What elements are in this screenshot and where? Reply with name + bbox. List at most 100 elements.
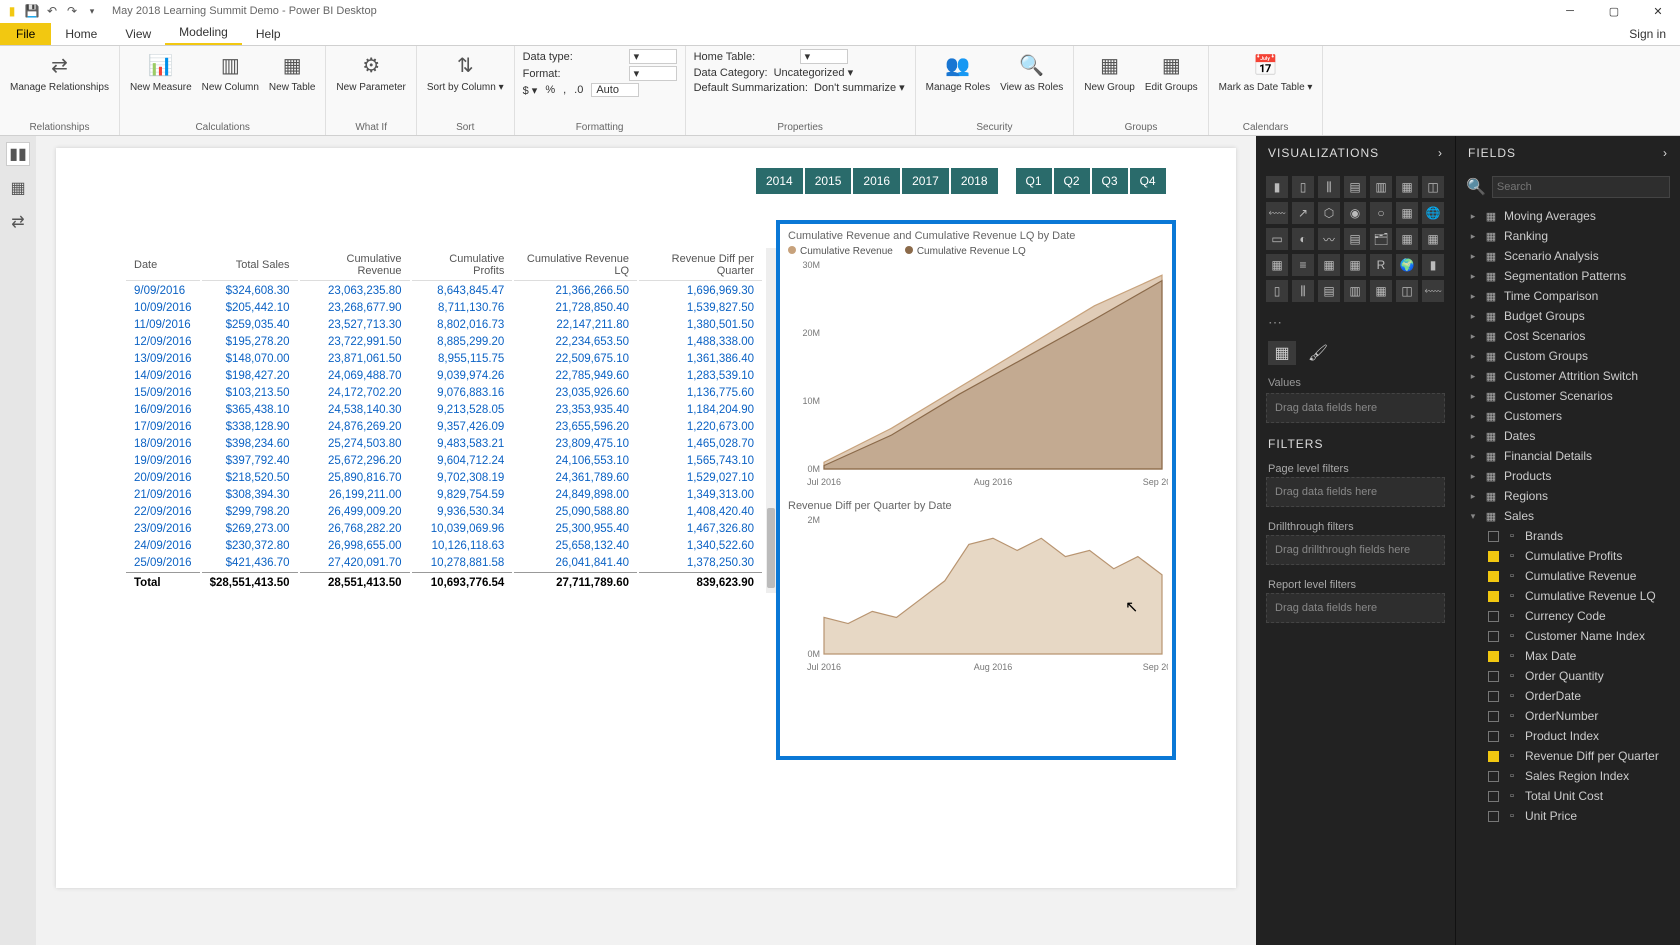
field-table[interactable]: ▸▦Custom Groups xyxy=(1460,346,1676,366)
viz-type-icon[interactable]: ↗ xyxy=(1292,202,1314,224)
table-row[interactable]: 11/09/2016$259,035.4023,527,713.308,802,… xyxy=(126,317,762,332)
collapse-icon[interactable]: › xyxy=(1438,146,1443,160)
field-table-sales[interactable]: ▾▦Sales xyxy=(1460,506,1676,526)
field-item[interactable]: ▫Cumulative Revenue LQ xyxy=(1460,586,1676,606)
table-row[interactable]: 23/09/2016$269,273.0026,768,282.2010,039… xyxy=(126,521,762,536)
table-header[interactable]: Revenue Diff per Quarter xyxy=(639,250,762,281)
drill-filters-dropzone[interactable]: Drag drillthrough fields here xyxy=(1266,535,1445,565)
edit-groups-button[interactable]: ▦Edit Groups xyxy=(1143,48,1200,97)
field-table[interactable]: ▸▦Customers xyxy=(1460,406,1676,426)
quarter-slicer-Q4[interactable]: Q4 xyxy=(1130,168,1166,194)
save-icon[interactable]: 💾 xyxy=(24,3,40,19)
field-table[interactable]: ▸▦Customer Scenarios xyxy=(1460,386,1676,406)
field-item[interactable]: ▫OrderNumber xyxy=(1460,706,1676,726)
table-row[interactable]: 21/09/2016$308,394.3026,199,211.009,829,… xyxy=(126,487,762,502)
viz-type-icon[interactable]: 〰 xyxy=(1318,228,1340,250)
viz-type-icon[interactable]: ▦ xyxy=(1266,254,1288,276)
fields-tab-icon[interactable]: ▦ xyxy=(1268,341,1296,365)
view-as-roles-button[interactable]: 🔍View as Roles xyxy=(998,48,1065,97)
viz-type-icon[interactable]: 🌍 xyxy=(1396,254,1418,276)
viz-type-icon[interactable]: ▦ xyxy=(1396,176,1418,198)
currency-icon[interactable]: $ ▾ xyxy=(523,84,538,97)
field-item[interactable]: ▫Cumulative Profits xyxy=(1460,546,1676,566)
signin-link[interactable]: Sign in xyxy=(1615,23,1680,45)
field-item[interactable]: ▫Customer Name Index xyxy=(1460,626,1676,646)
viz-type-icon[interactable]: 🌐 xyxy=(1422,202,1444,224)
new-table-button[interactable]: ▦New Table xyxy=(267,48,318,97)
table-header[interactable]: Cumulative Revenue LQ xyxy=(514,250,637,281)
viz-type-icon[interactable]: ▦ xyxy=(1396,202,1418,224)
field-item[interactable]: ▫Brands xyxy=(1460,526,1676,546)
new-column-button[interactable]: ▥New Column xyxy=(200,48,261,97)
field-table[interactable]: ▸▦Scenario Analysis xyxy=(1460,246,1676,266)
field-table[interactable]: ▸▦Segmentation Patterns xyxy=(1460,266,1676,286)
field-table[interactable]: ▸▦Regions xyxy=(1460,486,1676,506)
file-tab[interactable]: File xyxy=(0,23,51,45)
table-row[interactable]: 13/09/2016$148,070.0023,871,061.508,955,… xyxy=(126,351,762,366)
viz-type-icon[interactable]: ▯ xyxy=(1266,280,1288,302)
field-checkbox[interactable] xyxy=(1488,671,1499,682)
field-checkbox[interactable] xyxy=(1488,531,1499,542)
decimal-icon[interactable]: .0 xyxy=(574,84,583,96)
field-item[interactable]: ▫OrderDate xyxy=(1460,686,1676,706)
field-table[interactable]: ▸▦Financial Details xyxy=(1460,446,1676,466)
viz-type-icon[interactable]: ⫼ xyxy=(1292,280,1314,302)
viz-type-icon[interactable]: ▦ xyxy=(1344,254,1366,276)
viz-type-icon[interactable]: ◉ xyxy=(1344,202,1366,224)
field-item[interactable]: ▫Sales Region Index xyxy=(1460,766,1676,786)
viz-type-icon[interactable]: ⬡ xyxy=(1318,202,1340,224)
tab-help[interactable]: Help xyxy=(242,23,295,45)
new-parameter-button[interactable]: ⚙New Parameter xyxy=(334,48,407,97)
field-checkbox[interactable] xyxy=(1488,571,1499,582)
field-checkbox[interactable] xyxy=(1488,631,1499,642)
field-checkbox[interactable] xyxy=(1488,611,1499,622)
viz-type-icon[interactable]: R xyxy=(1370,254,1392,276)
table-row[interactable]: 19/09/2016$397,792.4025,672,296.209,604,… xyxy=(126,453,762,468)
field-item[interactable]: ▫Order Quantity xyxy=(1460,666,1676,686)
new-group-button[interactable]: ▦New Group xyxy=(1082,48,1137,97)
tab-view[interactable]: View xyxy=(111,23,165,45)
year-slicer-2016[interactable]: 2016 xyxy=(853,168,900,194)
values-dropzone[interactable]: Drag data fields here xyxy=(1266,393,1445,423)
viz-type-icon[interactable]: ▥ xyxy=(1370,176,1392,198)
viz-type-icon[interactable]: ▮ xyxy=(1422,254,1444,276)
manage-roles-button[interactable]: 👥Manage Roles xyxy=(924,48,992,97)
viz-type-icon[interactable]: ▤ xyxy=(1318,280,1340,302)
defaultsumm-value[interactable]: Don't summarize ▾ xyxy=(814,81,905,94)
quarter-slicer-Q2[interactable]: Q2 xyxy=(1054,168,1090,194)
field-item[interactable]: ▫Max Date xyxy=(1460,646,1676,666)
viz-type-icon[interactable]: ▥ xyxy=(1344,280,1366,302)
table-row[interactable]: 15/09/2016$103,213.5024,172,702.209,076,… xyxy=(126,385,762,400)
scrollbar-thumb[interactable] xyxy=(767,508,775,588)
manage-relationships-button[interactable]: ⇄Manage Relationships xyxy=(8,48,111,97)
field-checkbox[interactable] xyxy=(1488,771,1499,782)
viz-type-icon[interactable]: ⫼ xyxy=(1318,176,1340,198)
year-slicer-2018[interactable]: 2018 xyxy=(951,168,998,194)
field-checkbox[interactable] xyxy=(1488,711,1499,722)
auto-decimal[interactable]: Auto xyxy=(591,83,639,97)
field-checkbox[interactable] xyxy=(1488,731,1499,742)
field-table[interactable]: ▸▦Moving Averages xyxy=(1460,206,1676,226)
field-checkbox[interactable] xyxy=(1488,811,1499,822)
table-row[interactable]: 10/09/2016$205,442.1023,268,677.908,711,… xyxy=(126,300,762,315)
quarter-slicer-Q3[interactable]: Q3 xyxy=(1092,168,1128,194)
quarter-slicer-Q1[interactable]: Q1 xyxy=(1016,168,1052,194)
table-header[interactable]: Cumulative Revenue xyxy=(300,250,410,281)
page-filters-dropzone[interactable]: Drag data fields here xyxy=(1266,477,1445,507)
tab-modeling[interactable]: Modeling xyxy=(165,21,242,45)
field-checkbox[interactable] xyxy=(1488,791,1499,802)
table-header[interactable]: Total Sales xyxy=(202,250,298,281)
viz-type-icon[interactable]: ≡ xyxy=(1292,254,1314,276)
field-table[interactable]: ▸▦Customer Attrition Switch xyxy=(1460,366,1676,386)
report-canvas[interactable]: 20142015201620172018 Q1Q2Q3Q4 DateTotal … xyxy=(36,136,1256,945)
table-row[interactable]: 14/09/2016$198,427.2024,069,488.709,039,… xyxy=(126,368,762,383)
field-table[interactable]: ▸▦Ranking xyxy=(1460,226,1676,246)
redo-icon[interactable]: ↷ xyxy=(64,3,80,19)
table-row[interactable]: 16/09/2016$365,438.1024,538,140.309,213,… xyxy=(126,402,762,417)
viz-type-icon[interactable]: 🗂 xyxy=(1370,228,1392,250)
viz-type-icon[interactable]: ▦ xyxy=(1318,254,1340,276)
field-table[interactable]: ▸▦Budget Groups xyxy=(1460,306,1676,326)
field-table[interactable]: ▸▦Products xyxy=(1460,466,1676,486)
field-table[interactable]: ▸▦Dates xyxy=(1460,426,1676,446)
datacategory-value[interactable]: Uncategorized ▾ xyxy=(774,66,854,79)
